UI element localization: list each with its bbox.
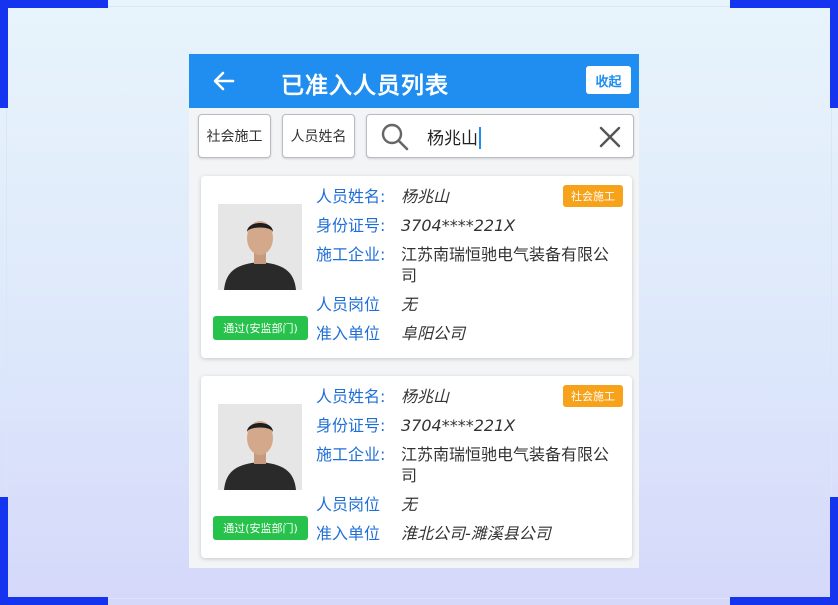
position-value: 无: [401, 495, 418, 514]
person-photo-icon: [218, 204, 302, 290]
corner-accent-bottom-left: [0, 597, 108, 605]
corner-accent-top-left-vertical: [0, 0, 8, 108]
unit-value: 淮北公司-濉溪县公司: [401, 524, 551, 543]
collapse-button[interactable]: 收起: [586, 66, 631, 94]
page-title: 已准入人员列表: [281, 73, 449, 99]
company-value: 江苏南瑞恒驰电气装备有限公司: [401, 445, 610, 485]
company-label: 施工企业:: [316, 445, 386, 464]
type-filter-button[interactable]: 社会施工: [198, 114, 271, 158]
company-value: 江苏南瑞恒驰电气装备有限公司: [401, 245, 610, 285]
id-row: 身份证号: 3704****221X: [316, 215, 616, 236]
name-row: 人员姓名: 杨兆山: [316, 186, 616, 207]
personnel-card[interactable]: 通过(安监部门) 社会施工 人员姓名: 杨兆山 身份证号: 3704****22…: [201, 176, 632, 358]
name-row: 人员姓名: 杨兆山: [316, 386, 616, 407]
id-value: 3704****221X: [401, 416, 516, 435]
company-row: 施工企业: 江苏南瑞恒驰电气装备有限公司: [316, 244, 616, 286]
company-row: 施工企业: 江苏南瑞恒驰电气装备有限公司: [316, 444, 616, 486]
corner-accent-bottom-right: [730, 597, 838, 605]
avatar: [218, 404, 302, 490]
id-row: 身份证号: 3704****221X: [316, 415, 616, 436]
text-cursor: [479, 127, 481, 149]
unit-row: 准入单位 淮北公司-濉溪县公司: [316, 523, 616, 544]
name-value: 杨兆山: [401, 187, 450, 206]
position-value: 无: [401, 295, 418, 314]
search-box: [366, 114, 634, 158]
field-filter-button[interactable]: 人员姓名: [282, 114, 355, 158]
corner-accent-bottom-left-vertical: [0, 497, 8, 605]
personnel-info: 人员姓名: 杨兆山 身份证号: 3704****221X 施工企业: 江苏南瑞恒…: [316, 186, 616, 352]
search-icon: [381, 123, 409, 151]
corner-accent-bottom-right-vertical: [830, 497, 838, 605]
position-row: 人员岗位 无: [316, 494, 616, 515]
position-row: 人员岗位 无: [316, 294, 616, 315]
search-input[interactable]: [427, 126, 577, 146]
close-icon[interactable]: [597, 124, 623, 150]
person-photo-icon: [218, 404, 302, 490]
app-screen: 已准入人员列表 收起 社会施工 人员姓名 杨兆山 通过(安监部门) 社会施工 人…: [189, 54, 639, 568]
app-header: 已准入人员列表 收起: [189, 54, 639, 108]
unit-value: 阜阳公司: [401, 324, 466, 343]
id-label: 身份证号:: [316, 216, 386, 235]
back-button[interactable]: [207, 64, 241, 98]
status-badge: 通过(安监部门): [213, 316, 308, 340]
position-label: 人员岗位: [316, 495, 381, 514]
name-value: 杨兆山: [401, 387, 450, 406]
company-label: 施工企业:: [316, 245, 386, 264]
name-label: 人员姓名:: [316, 387, 386, 406]
filter-bar: 社会施工 人员姓名: [189, 108, 639, 168]
personnel-info: 人员姓名: 杨兆山 身份证号: 3704****221X 施工企业: 江苏南瑞恒…: [316, 386, 616, 552]
corner-accent-top-left: [0, 0, 108, 8]
status-badge: 通过(安监部门): [213, 516, 308, 540]
name-label: 人员姓名:: [316, 187, 386, 206]
arrow-left-icon: [213, 71, 235, 91]
corner-accent-top-right: [730, 0, 838, 8]
id-label: 身份证号:: [316, 416, 386, 435]
avatar: [218, 204, 302, 290]
unit-row: 准入单位 阜阳公司: [316, 323, 616, 344]
personnel-card[interactable]: 通过(安监部门) 社会施工 人员姓名: 杨兆山 身份证号: 3704****22…: [201, 376, 632, 558]
position-label: 人员岗位: [316, 295, 381, 314]
corner-accent-top-right-vertical: [830, 0, 838, 108]
unit-label: 准入单位: [316, 324, 381, 343]
unit-label: 准入单位: [316, 524, 381, 543]
id-value: 3704****221X: [401, 216, 516, 235]
